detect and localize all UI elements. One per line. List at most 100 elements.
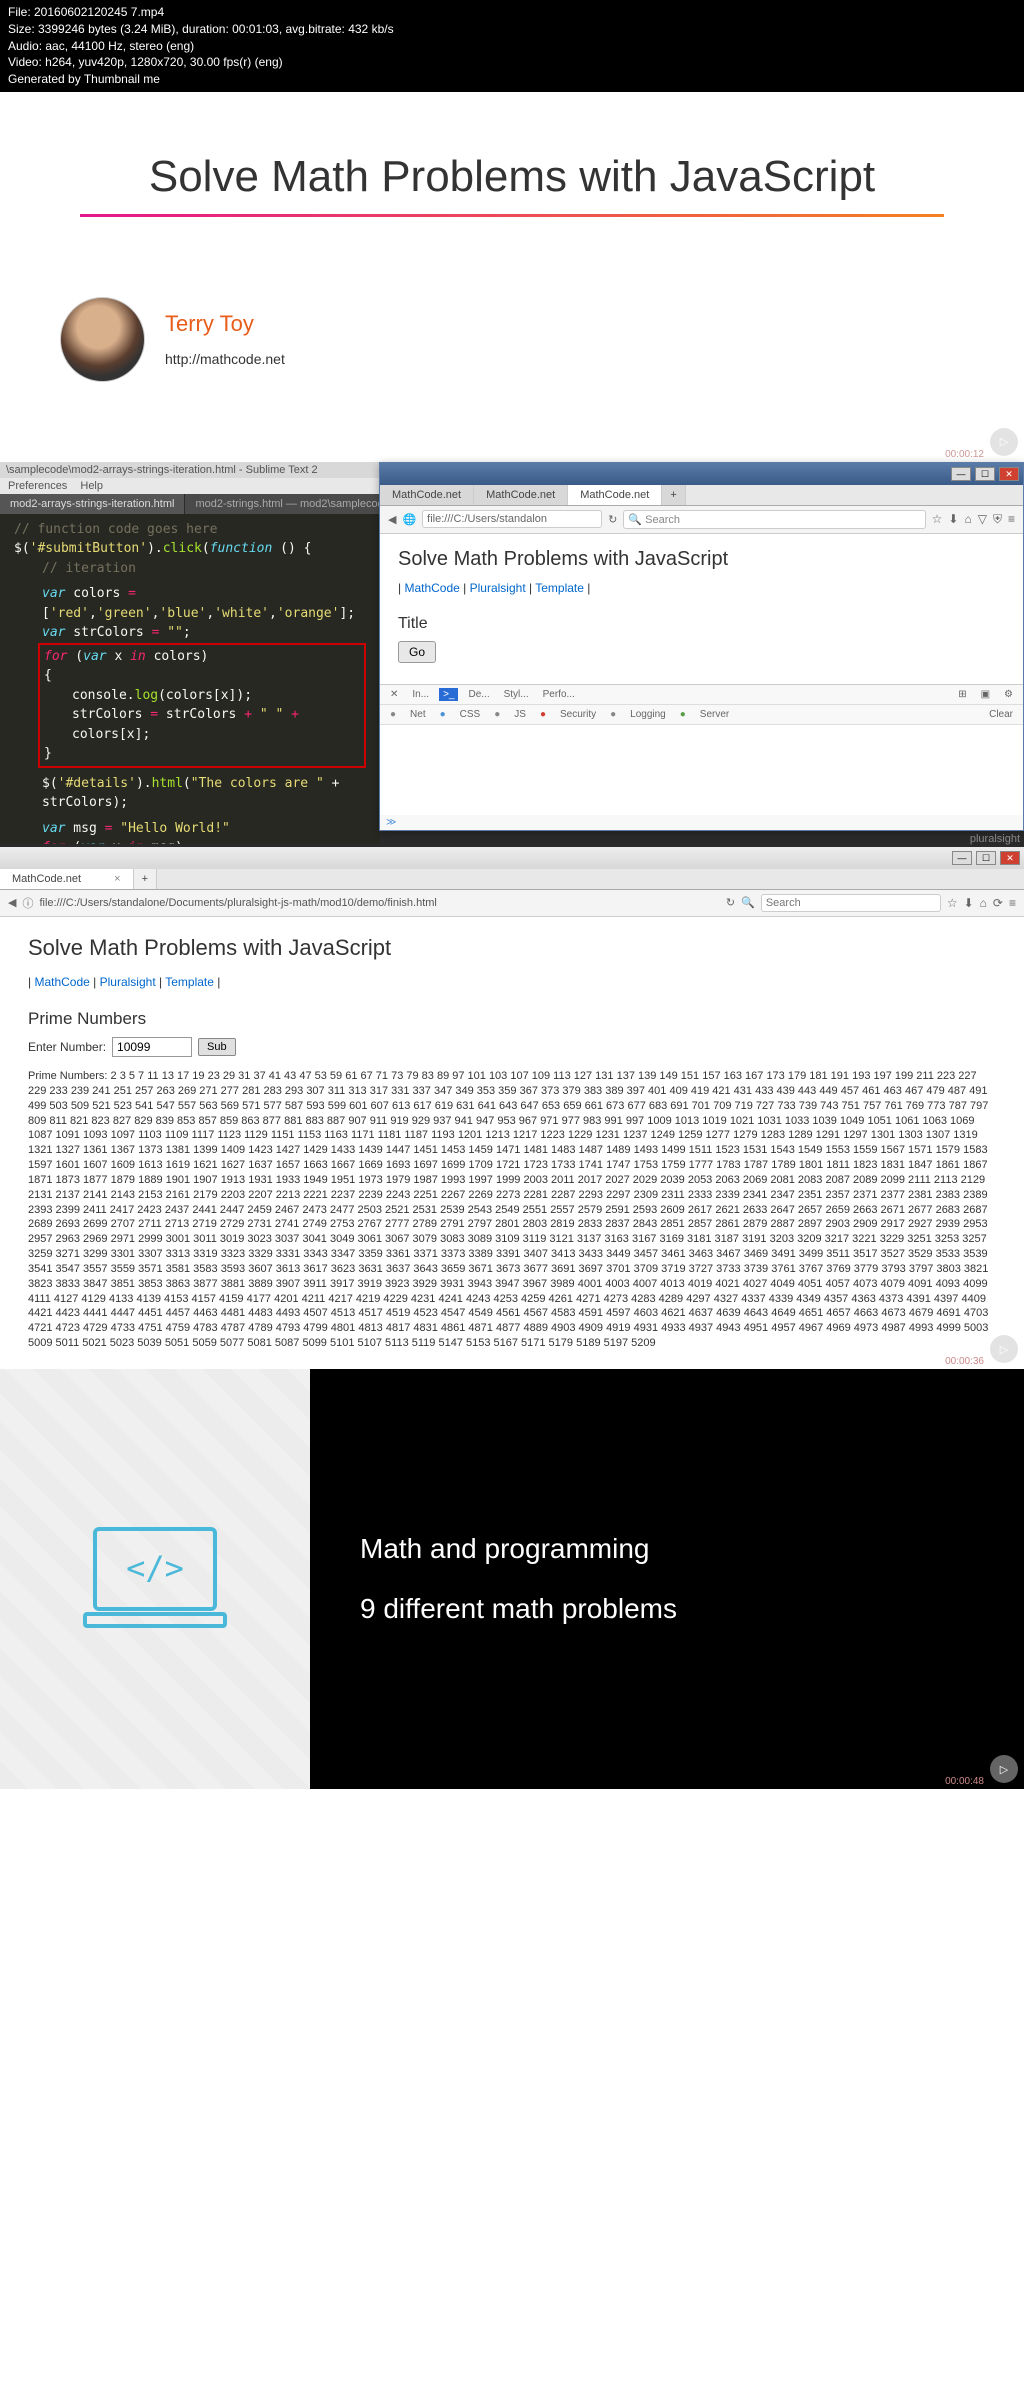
- maximize-button[interactable]: ☐: [976, 851, 996, 865]
- address-input[interactable]: file:///C:/Users/standalon: [422, 510, 602, 528]
- browser2-content: Solve Math Problems with JavaScript | Ma…: [0, 917, 1024, 1369]
- close-button[interactable]: ✕: [999, 467, 1019, 481]
- browser-titlebar: — ☐ ✕: [380, 463, 1023, 485]
- devtools-dock-icon[interactable]: ▣: [977, 688, 994, 701]
- devtools-style[interactable]: Styl...: [500, 688, 533, 701]
- link-pluralsight[interactable]: Pluralsight: [470, 581, 526, 595]
- pocket-icon[interactable]: ▽: [978, 512, 987, 527]
- code-editor[interactable]: // function code goes here $('#submitBut…: [0, 514, 380, 844]
- devtools-close-icon[interactable]: ✕: [386, 688, 402, 701]
- new-tab-button[interactable]: +: [134, 869, 157, 889]
- devtools-settings-icon[interactable]: ⚙: [1000, 688, 1017, 701]
- author-row: Terry Toy http://mathcode.net: [50, 297, 974, 382]
- link-mathcode[interactable]: MathCode: [34, 975, 89, 989]
- menu-icon[interactable]: ≡: [1008, 512, 1015, 527]
- link-pluralsight[interactable]: Pluralsight: [100, 975, 156, 989]
- title-underline: [80, 214, 944, 217]
- back-icon[interactable]: ◀: [8, 896, 16, 909]
- minimize-button[interactable]: —: [951, 467, 971, 481]
- tab-close-icon[interactable]: ×: [114, 873, 120, 885]
- outro-slide: </> Math and programming 9 different mat…: [0, 1369, 1024, 1789]
- menu-preferences[interactable]: Preferences: [8, 480, 67, 492]
- star-icon[interactable]: ☆: [947, 896, 958, 910]
- link-mathcode[interactable]: MathCode: [404, 581, 459, 595]
- browser-tabs: MathCode.net MathCode.net MathCode.net +: [380, 485, 1023, 506]
- go-button[interactable]: Go: [398, 641, 436, 663]
- filter-logging[interactable]: Logging: [626, 708, 670, 721]
- devtools-perf[interactable]: Perfo...: [539, 688, 579, 701]
- nav-links: | MathCode | Pluralsight | Template |: [28, 975, 996, 989]
- search-input[interactable]: 🔍 Search: [623, 510, 925, 529]
- author-url: http://mathcode.net: [165, 351, 285, 367]
- outro-line-2: 9 different math problems: [360, 1593, 1024, 1625]
- meta-video: Video: h264, yuv420p, 1280x720, 30.00 fp…: [8, 54, 1016, 71]
- back-icon[interactable]: ◀: [388, 513, 396, 526]
- shield-icon[interactable]: ⛨: [993, 512, 1002, 527]
- filter-css[interactable]: CSS: [456, 708, 485, 721]
- star-icon[interactable]: ☆: [932, 512, 943, 527]
- browser-addressbar: ◀ 🌐 file:///C:/Users/standalon ↻ 🔍 Searc…: [380, 506, 1023, 534]
- page-heading: Solve Math Problems with JavaScript: [28, 935, 996, 961]
- editor-tab-2[interactable]: mod2-strings.html — mod2\samplecode: [185, 494, 400, 514]
- search-input[interactable]: [761, 894, 941, 912]
- link-template[interactable]: Template: [535, 581, 584, 595]
- meta-audio: Audio: aac, 44100 Hz, stereo (eng): [8, 38, 1016, 55]
- filter-security[interactable]: Security: [556, 708, 600, 721]
- meta-generated: Generated by Thumbnail me: [8, 71, 1016, 88]
- browser2-addressbar: ◀ ⓘ file:///C:/Users/standalone/Document…: [0, 890, 1024, 917]
- browser2-titlebar: — ☐ ✕: [0, 847, 1024, 869]
- devtools-console-icon[interactable]: >_: [439, 688, 458, 701]
- browser-tab-1[interactable]: MathCode.net: [380, 485, 474, 505]
- timestamp: 00:00:12: [945, 449, 984, 460]
- toolbar-icons: ☆ ⬇ ⌂ ▽ ⛨ ≡: [932, 512, 1015, 527]
- timestamp: 00:00:48: [945, 1776, 984, 1787]
- home-icon[interactable]: ⌂: [980, 896, 987, 910]
- home-icon[interactable]: ⌂: [964, 512, 971, 527]
- browser-tab-2[interactable]: MathCode.net: [474, 485, 568, 505]
- filter-server[interactable]: Server: [696, 708, 733, 721]
- devtools-panel: ✕ In... >_ De... Styl... Perfo... ⊞ ▣ ⚙ …: [380, 684, 1023, 830]
- download-icon[interactable]: ⬇: [964, 896, 974, 910]
- devtools-debugger[interactable]: De...: [464, 688, 493, 701]
- editor-tab-1[interactable]: mod2-arrays-strings-iteration.html: [0, 494, 185, 514]
- laptop-code-icon: </>: [75, 1519, 235, 1639]
- browser-window-2: — ☐ ✕ MathCode.net × + ◀ ⓘ file:///C:/Us…: [0, 847, 1024, 1369]
- link-template[interactable]: Template: [165, 975, 214, 989]
- globe-icon: 🌐: [402, 513, 416, 526]
- browser-tab-3[interactable]: MathCode.net: [568, 485, 662, 505]
- download-icon[interactable]: ⬇: [948, 512, 958, 527]
- address-input[interactable]: file:///C:/Users/standalone/Documents/pl…: [39, 897, 719, 909]
- info-icon[interactable]: ⓘ: [22, 895, 33, 911]
- sync-icon[interactable]: ⟳: [993, 896, 1003, 910]
- browser-window-1: — ☐ ✕ MathCode.net MathCode.net MathCode…: [379, 462, 1024, 831]
- meta-file: File: 20160602120245 7.mp4: [8, 4, 1016, 21]
- console-prompt[interactable]: ≫: [380, 815, 1023, 830]
- prime-section-header: Prime Numbers: [28, 1009, 996, 1029]
- new-tab-button[interactable]: +: [662, 485, 685, 505]
- editor-browser-section: \samplecode\mod2-arrays-strings-iteratio…: [0, 462, 1024, 847]
- play-icon: ▷: [990, 1335, 1018, 1363]
- author-avatar: [60, 297, 145, 382]
- menu-help[interactable]: Help: [80, 480, 103, 492]
- reload-icon[interactable]: ↻: [726, 896, 735, 909]
- devtools-inspector[interactable]: In...: [408, 688, 433, 701]
- browser2-tab[interactable]: MathCode.net ×: [0, 869, 134, 889]
- close-button[interactable]: ✕: [1000, 851, 1020, 865]
- reload-icon[interactable]: ↻: [608, 513, 617, 526]
- pluralsight-logo: pluralsight: [970, 833, 1020, 845]
- author-name: Terry Toy: [165, 311, 285, 337]
- filter-js[interactable]: JS: [510, 708, 530, 721]
- video-metadata-header: File: 20160602120245 7.mp4 Size: 3399246…: [0, 0, 1024, 92]
- clear-button[interactable]: Clear: [985, 708, 1017, 721]
- menu-icon[interactable]: ≡: [1009, 896, 1016, 910]
- filter-net[interactable]: Net: [406, 708, 430, 721]
- submit-button[interactable]: Sub: [198, 1038, 236, 1056]
- timestamp: 00:00:36: [945, 1356, 984, 1367]
- browser2-tabs: MathCode.net × +: [0, 869, 1024, 890]
- devtools-split-icon[interactable]: ⊞: [954, 688, 970, 701]
- minimize-button[interactable]: —: [952, 851, 972, 865]
- highlighted-code-block: for (var x in colors) { console.log(colo…: [38, 643, 366, 768]
- number-input[interactable]: [112, 1037, 192, 1057]
- meta-size: Size: 3399246 bytes (3.24 MiB), duration…: [8, 21, 1016, 38]
- maximize-button[interactable]: ☐: [975, 467, 995, 481]
